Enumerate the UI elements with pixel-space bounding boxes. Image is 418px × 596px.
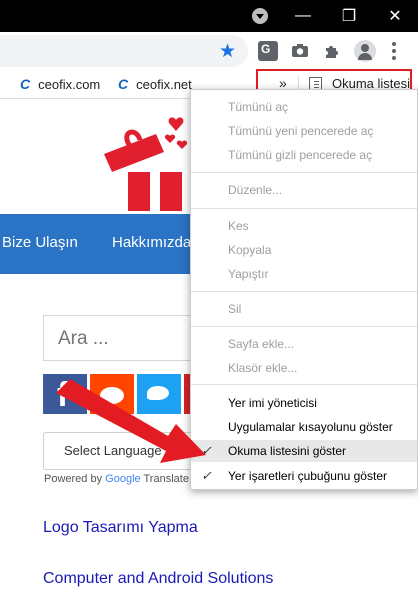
menu-separator <box>191 291 417 292</box>
menu-item-edit[interactable]: Düzenle... <box>191 179 417 201</box>
menu-item-add-folder[interactable]: Klasör ekle... <box>191 357 417 379</box>
checkmark-icon: ✓ <box>201 468 212 483</box>
article-link[interactable]: Logo Tasarımı Yapma <box>43 519 198 537</box>
translate-icon[interactable] <box>258 41 278 61</box>
menu-item-open-all[interactable]: Tümünü aç <box>191 96 417 118</box>
powered-by-google-translate: Powered by Google Translate <box>44 473 189 485</box>
browser-toolbar: ★ <box>0 32 418 70</box>
menu-item-add-page[interactable]: Sayfa ekle... <box>191 333 417 355</box>
menu-item-copy[interactable]: Kopyala <box>191 239 417 261</box>
checkmark-icon: ✓ <box>201 443 212 458</box>
camera-icon[interactable] <box>290 41 310 61</box>
address-bar[interactable]: ★ <box>0 35 248 67</box>
menu-item-paste[interactable]: Yapıştır <box>191 263 417 285</box>
ceofix-favicon-icon: C <box>20 76 31 92</box>
bookmark-label: ceofix.com <box>38 76 101 92</box>
reddit-icon[interactable] <box>90 374 134 414</box>
nav-contact-link[interactable]: Bize Ulaşın <box>2 234 78 251</box>
menu-separator <box>191 326 417 327</box>
extensions-puzzle-icon[interactable] <box>322 41 342 61</box>
maximize-button[interactable]: ❐ <box>326 0 372 32</box>
bookmark-star-icon[interactable]: ★ <box>219 42 236 61</box>
menu-separator <box>191 172 417 173</box>
menu-item-cut[interactable]: Kes <box>191 215 417 237</box>
ceofix-favicon-icon: C <box>118 76 129 92</box>
menu-item-delete[interactable]: Sil <box>191 298 417 320</box>
site-nav: Bize Ulaşın Hakkımızda <box>0 214 191 274</box>
nav-about-link[interactable]: Hakkımızda <box>112 234 191 251</box>
bookmark-item[interactable]: C ceofix.com <box>20 76 100 92</box>
language-select[interactable]: Select Language <box>43 432 193 470</box>
tab-search-icon[interactable] <box>252 8 268 24</box>
site-search-input[interactable]: Ara ... <box>43 315 193 361</box>
menu-separator <box>191 384 417 385</box>
article-link[interactable]: Computer and Android Solutions <box>43 570 273 588</box>
profile-avatar[interactable] <box>354 40 376 62</box>
menu-item-show-reading-list[interactable]: ✓ Okuma listesini göster <box>191 440 417 462</box>
twitter-icon[interactable] <box>137 374 181 414</box>
bookmark-item[interactable]: C ceofix.net <box>118 76 192 92</box>
menu-item-open-all-new-window[interactable]: Tümünü yeni pencerede aç <box>191 120 417 142</box>
menu-item-open-all-incognito[interactable]: Tümünü gizli pencerede aç <box>191 144 417 166</box>
gift-logo-icon <box>104 117 188 211</box>
title-bar: — ❐ ✕ <box>0 0 418 32</box>
bookmark-label: ceofix.net <box>136 76 192 92</box>
bookmark-context-menu: Tümünü aç Tümünü yeni pencerede aç Tümün… <box>190 89 418 490</box>
minimize-button[interactable]: — <box>280 0 326 32</box>
menu-item-bookmark-manager[interactable]: Yer imi yöneticisi <box>191 392 417 414</box>
facebook-icon[interactable]: f <box>43 374 87 414</box>
close-button[interactable]: ✕ <box>372 0 418 32</box>
menu-item-show-bookmarks-bar[interactable]: ✓ Yer işaretleri çubuğunu göster <box>191 465 417 487</box>
more-menu-icon[interactable] <box>392 42 396 60</box>
menu-item-show-apps-shortcut[interactable]: Uygulamalar kısayolunu göster <box>191 416 417 438</box>
menu-separator <box>191 208 417 209</box>
